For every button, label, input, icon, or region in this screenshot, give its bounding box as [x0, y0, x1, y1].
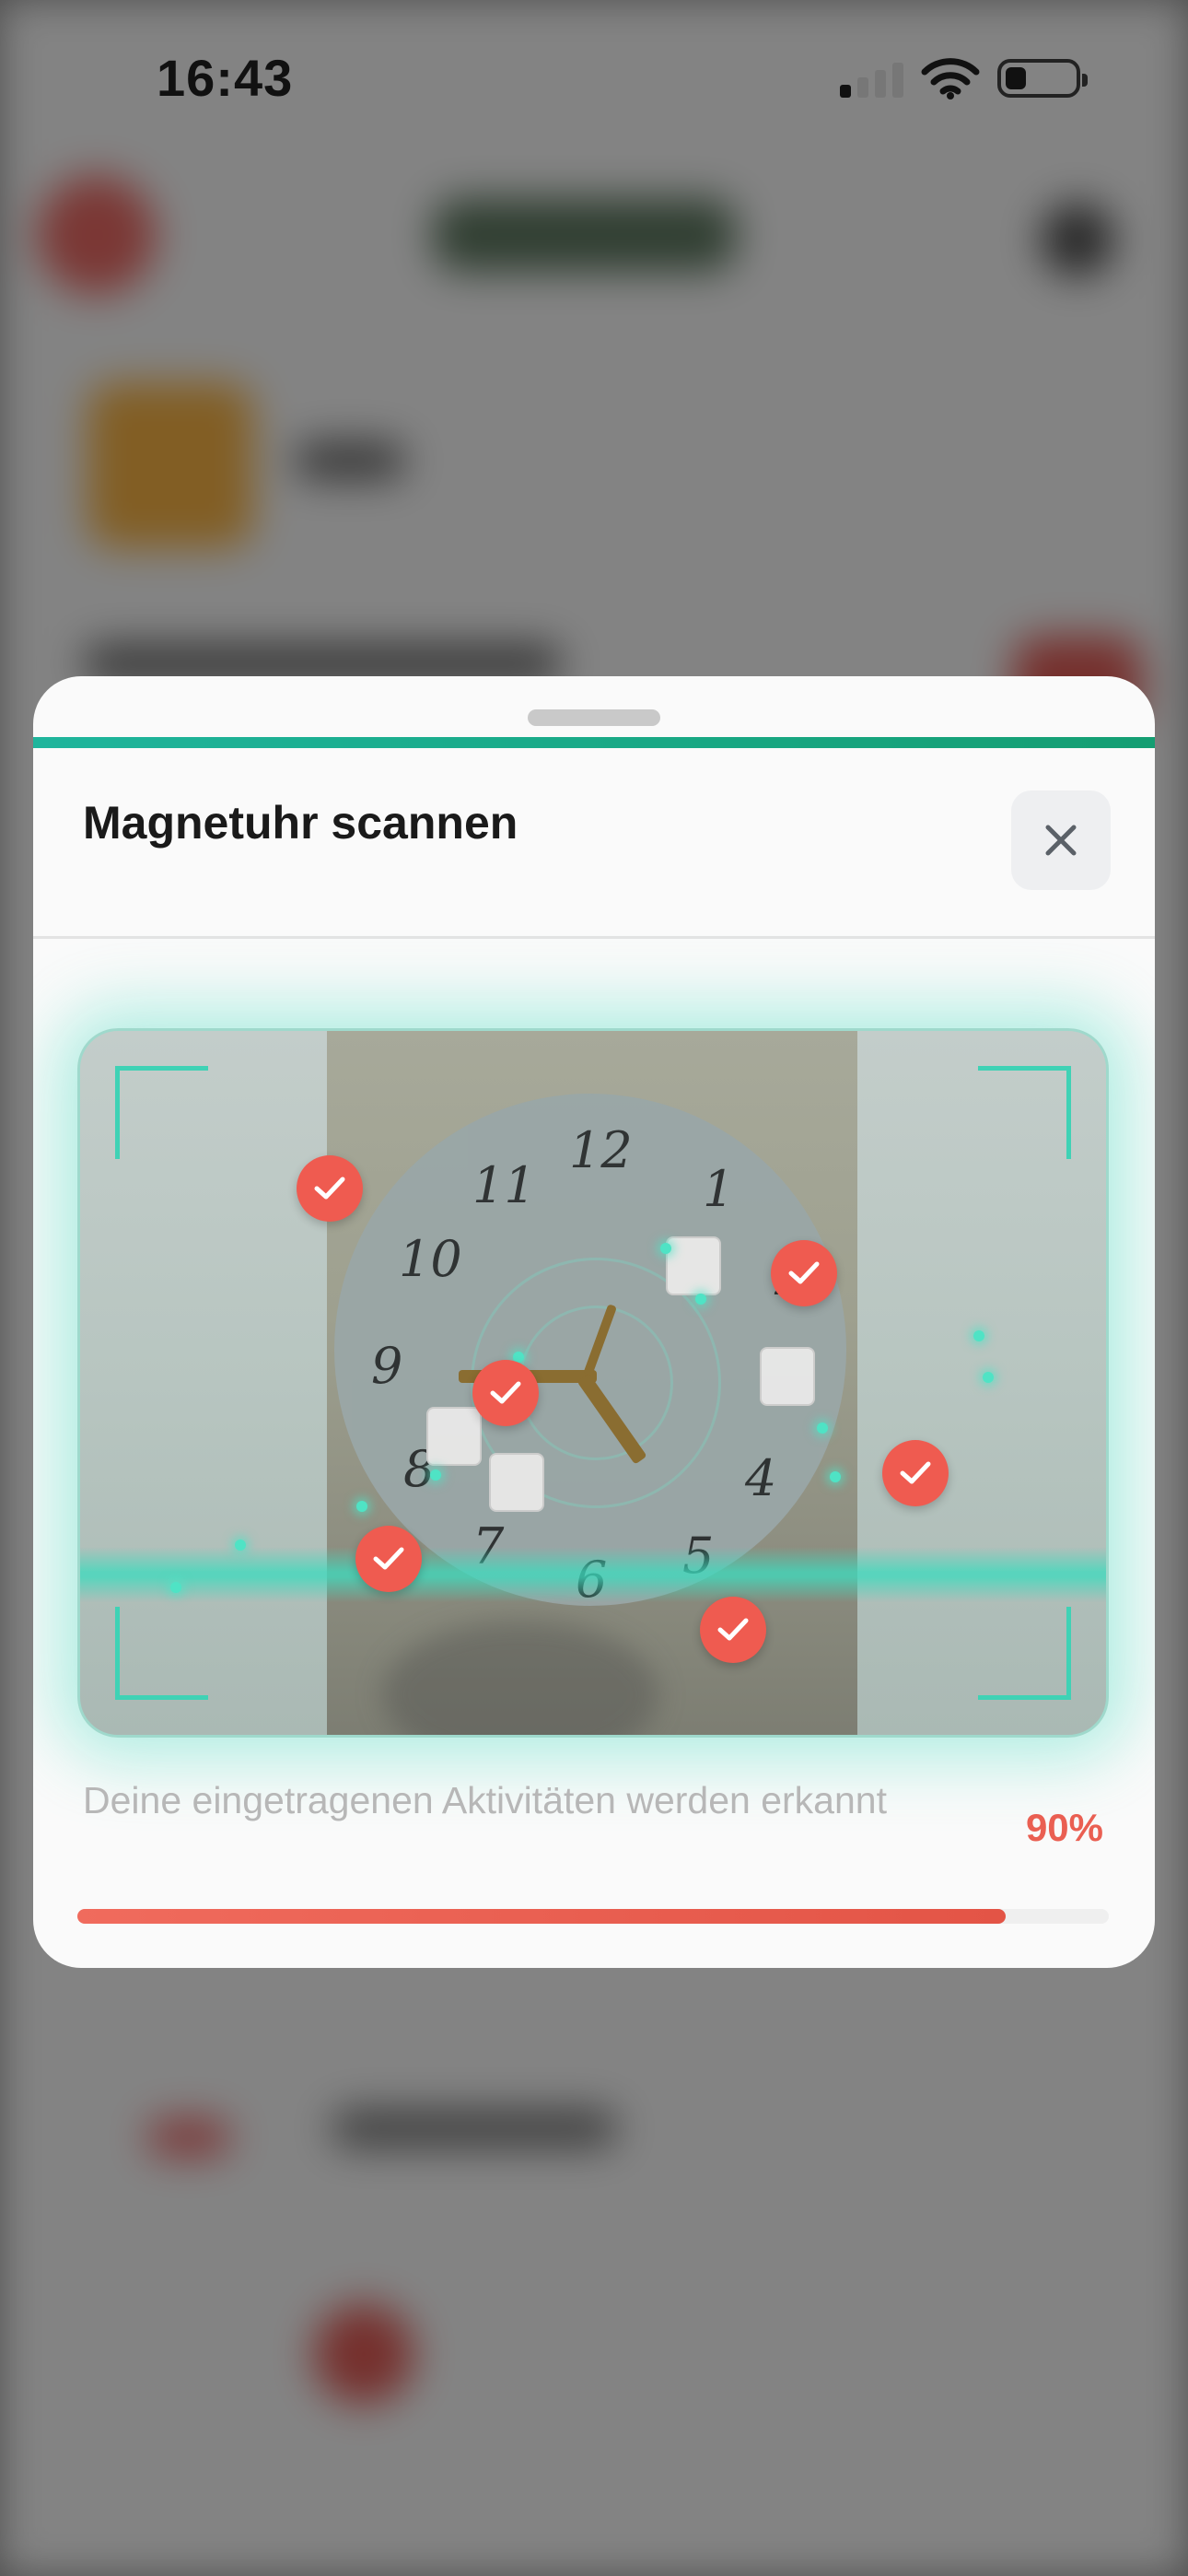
scan-particle	[830, 1471, 841, 1482]
clock-number: 10	[399, 1230, 462, 1288]
checkmark-icon	[490, 1381, 521, 1404]
progress-bar-fill	[77, 1909, 1006, 1924]
scan-particle	[695, 1294, 706, 1305]
status-bar: 16:43	[0, 0, 1188, 157]
recognized-check	[882, 1440, 949, 1506]
sheet-grabber[interactable]	[528, 709, 660, 726]
recognized-check	[700, 1597, 766, 1663]
accent-line	[33, 737, 1155, 748]
clock-number: 11	[472, 1156, 536, 1214]
progress-percent: 90%	[1025, 1806, 1103, 1849]
cellular-signal-icon	[840, 63, 904, 98]
scan-particle	[430, 1469, 441, 1481]
recognition-status-text: Deine eingetragenen Aktivitäten werden e…	[83, 1779, 887, 1821]
wifi-icon	[921, 57, 980, 100]
clock-number: 12	[569, 1121, 633, 1179]
close-button[interactable]	[1011, 790, 1111, 890]
hand-shadow	[382, 1621, 658, 1735]
header-divider	[33, 936, 1155, 939]
recognized-check	[472, 1360, 539, 1426]
clock-photo: 12 1 2 4 5 6 7 8 9 10 11	[327, 1031, 857, 1735]
recognized-check	[355, 1526, 422, 1592]
progress-bar	[77, 1909, 1109, 1924]
checkmark-icon	[900, 1461, 931, 1484]
checkmark-icon	[788, 1261, 820, 1284]
scan-modal: Magnetuhr scannen 12 1 2 4 5 6 7 8 9 10 …	[33, 676, 1155, 1968]
close-icon	[1045, 825, 1077, 856]
checkmark-icon	[717, 1618, 749, 1641]
modal-title: Magnetuhr scannen	[83, 797, 518, 849]
scan-particle	[356, 1501, 367, 1512]
recognized-check	[297, 1155, 363, 1222]
viewfinder-corner	[978, 1066, 1071, 1159]
scan-particle	[973, 1330, 984, 1341]
clock-number: 1	[703, 1160, 735, 1218]
scan-beam	[80, 1547, 1106, 1602]
checkmark-icon	[314, 1177, 345, 1200]
activity-magnet	[426, 1407, 482, 1466]
activity-magnet	[489, 1453, 544, 1512]
magnet-clock: 12 1 2 4 5 6 7 8 9 10 11	[334, 1094, 846, 1609]
scan-particle	[660, 1243, 671, 1254]
scan-particle	[817, 1423, 828, 1434]
clock-number: 9	[371, 1337, 403, 1395]
activity-magnet	[666, 1236, 721, 1295]
recognized-check	[771, 1240, 837, 1306]
battery-icon	[997, 59, 1088, 98]
checkmark-icon	[373, 1547, 404, 1570]
clock-number: 4	[745, 1449, 777, 1507]
activity-magnet	[760, 1347, 815, 1406]
status-time: 16:43	[157, 49, 294, 107]
scan-particle	[983, 1372, 994, 1383]
scan-particle	[170, 1582, 181, 1593]
viewfinder-corner	[115, 1607, 208, 1700]
viewfinder-corner	[978, 1607, 1071, 1700]
camera-preview: 12 1 2 4 5 6 7 8 9 10 11	[77, 1028, 1109, 1738]
scan-particle	[235, 1540, 246, 1551]
viewfinder-corner	[115, 1066, 208, 1159]
